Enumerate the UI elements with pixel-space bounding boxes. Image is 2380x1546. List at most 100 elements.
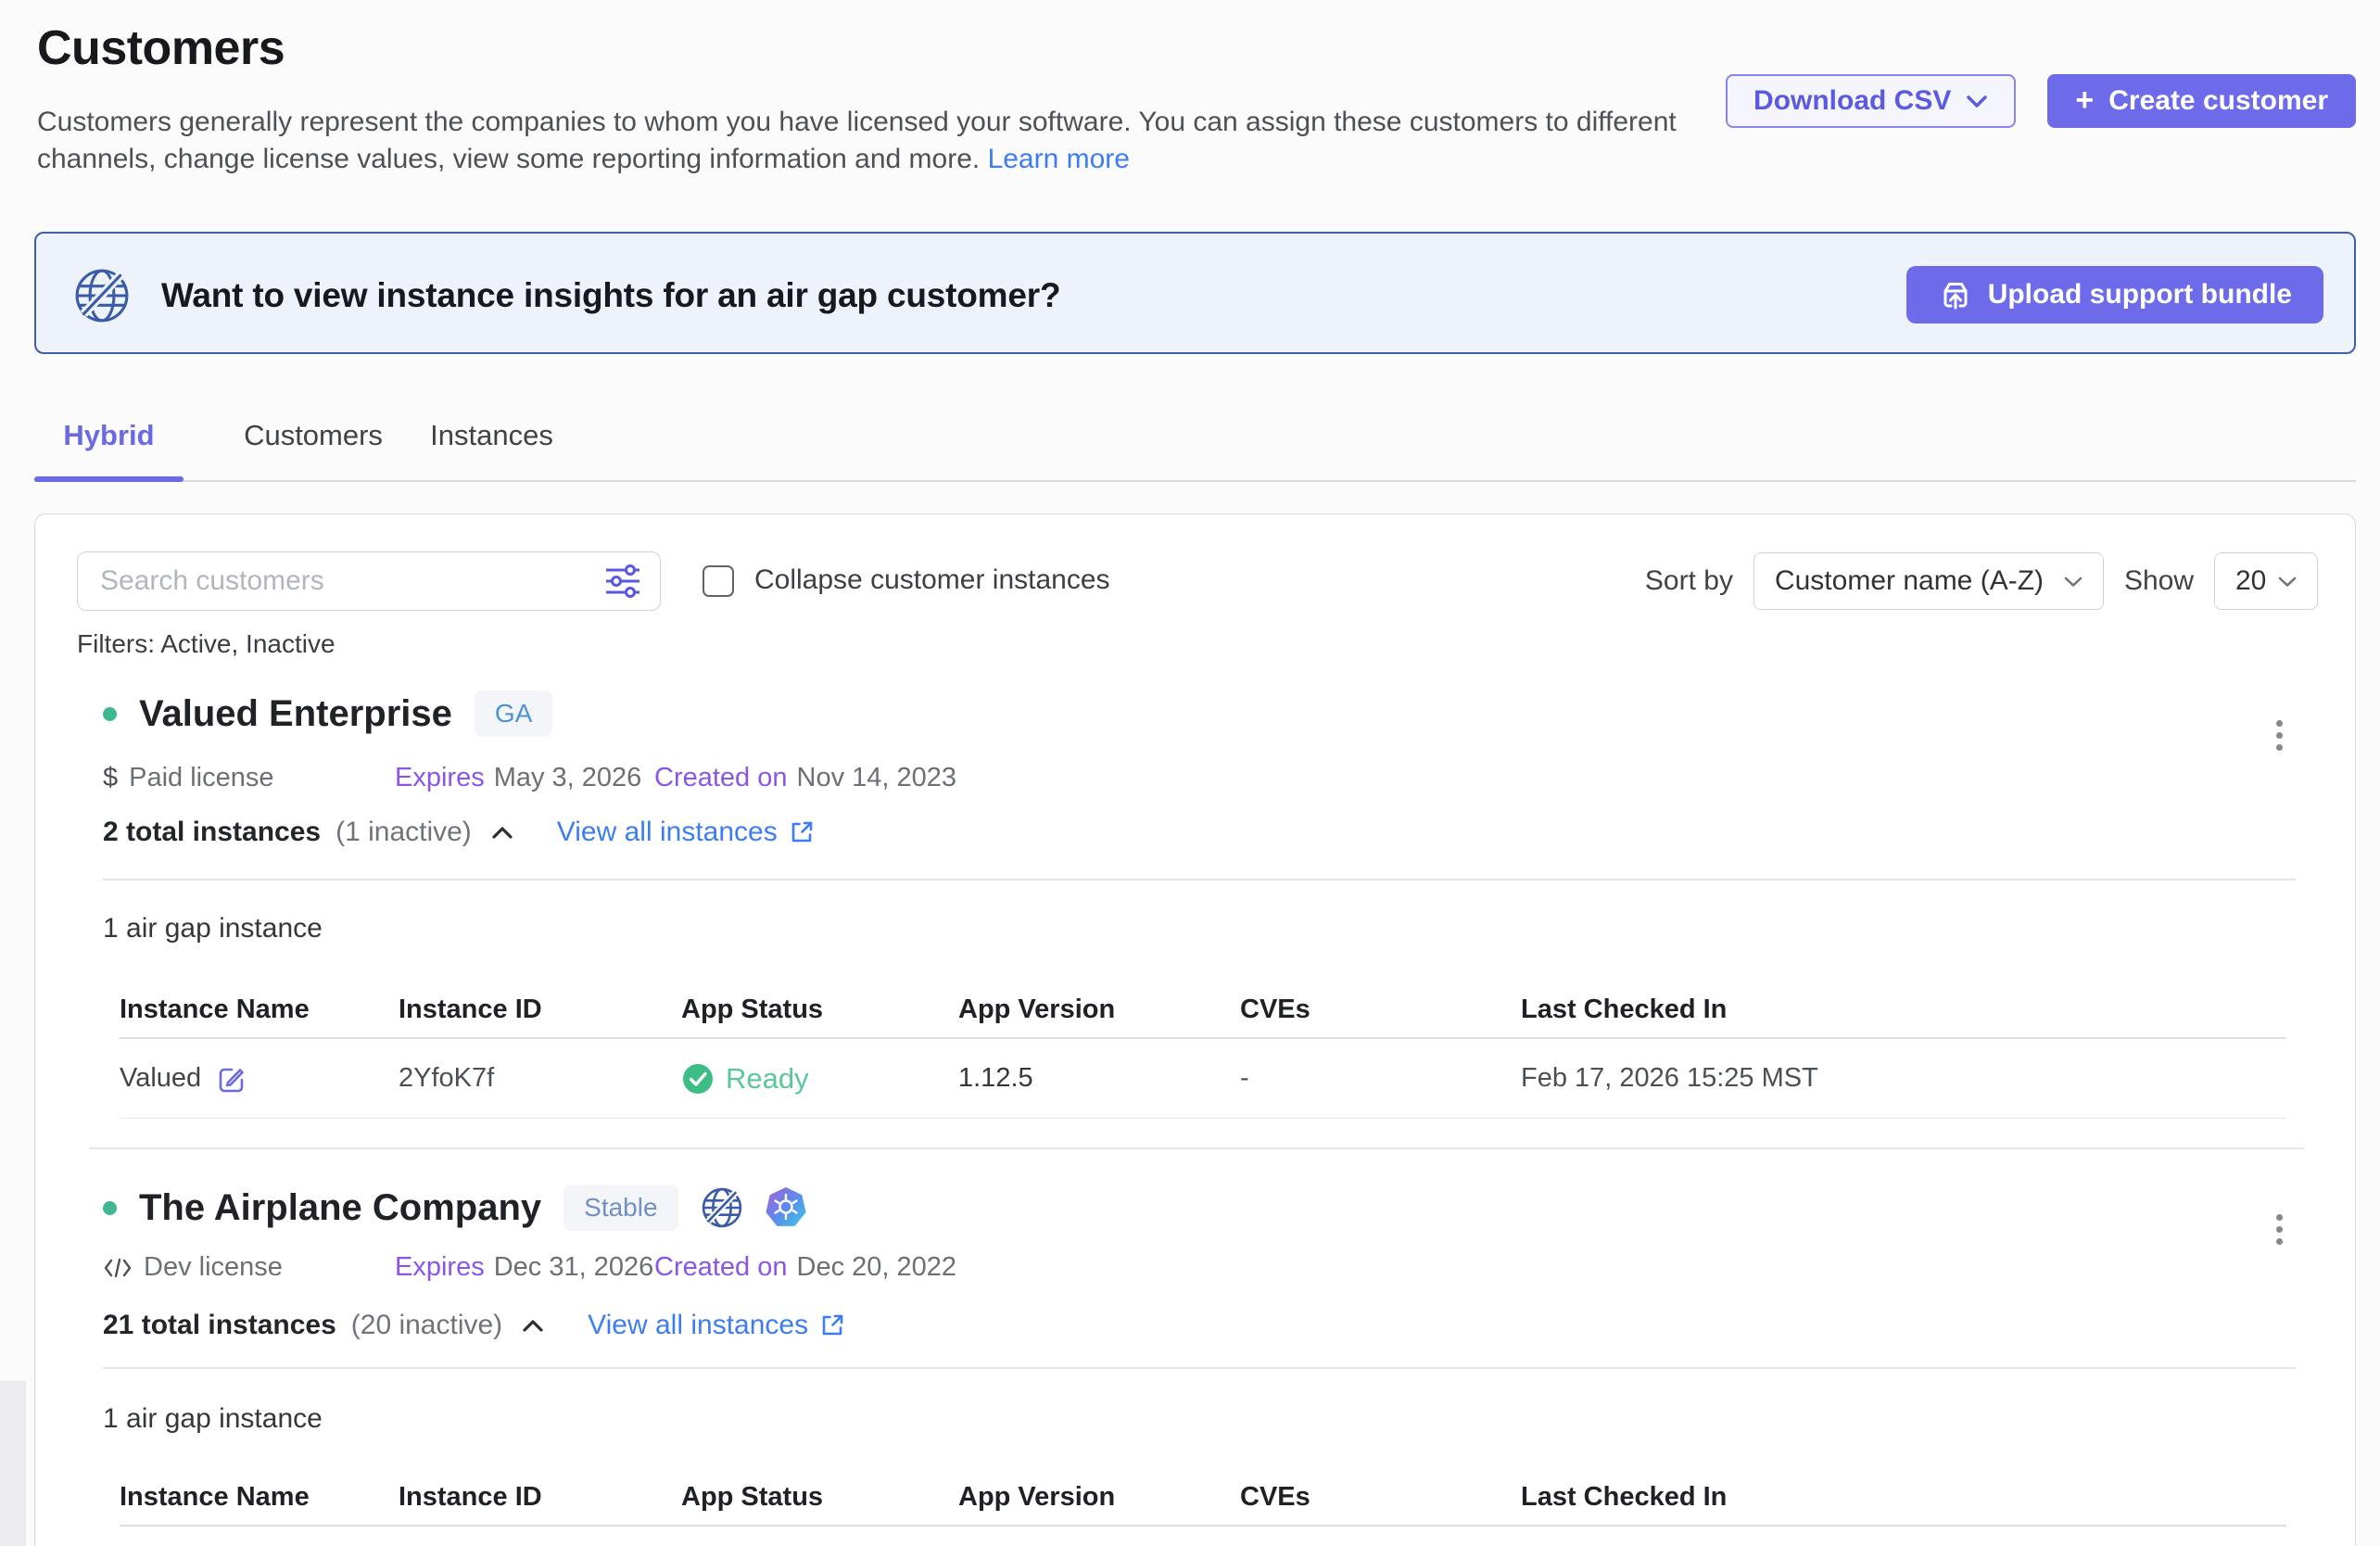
active-filters-text: Filters: Active, Inactive [77, 629, 335, 659]
plus-icon: + [2075, 82, 2094, 119]
last-checked-in-value: Feb 17, 2026 15:25 MST [1521, 1063, 2286, 1094]
col-app-version: App Version [958, 995, 1240, 1025]
check-circle-icon [681, 1062, 715, 1096]
air-gap-banner: Want to view instance insights for an ai… [34, 232, 2356, 354]
instances-table: Instance Name Instance ID App Status App… [120, 1469, 2286, 1527]
create-customer-button[interactable]: + Create customer [2047, 74, 2356, 128]
tabs-underline [34, 480, 2356, 482]
instances-summary-row: 21 total instances (20 inactive) View al… [103, 1310, 845, 1341]
sort-by-value: Customer name (A-Z) [1775, 565, 2044, 597]
table-row: Valued 2YfoK7f Ready 1.12.5 - Feb 17, 20… [120, 1039, 2286, 1119]
chevron-up-icon[interactable] [521, 1318, 545, 1334]
channel-badge: GA [475, 691, 552, 737]
learn-more-link[interactable]: Learn more [988, 144, 1130, 174]
instances-table-header: Instance Name Instance ID App Status App… [120, 1469, 2286, 1527]
paid-license-icon: $ [103, 763, 118, 793]
search-wrapper [77, 551, 661, 611]
view-all-instances-link[interactable]: View all instances [557, 817, 815, 848]
air-gap-instance-note: 1 air gap instance [103, 913, 323, 944]
download-csv-button[interactable]: Download CSV [1726, 74, 2016, 128]
external-link-icon [819, 1312, 845, 1338]
left-edge-strip [0, 1381, 26, 1546]
show-select[interactable]: 20 [2214, 552, 2318, 610]
tab-instances[interactable]: Instances [417, 419, 566, 452]
edit-icon[interactable] [216, 1063, 247, 1095]
kubernetes-icon [766, 1187, 806, 1228]
search-input[interactable] [77, 551, 661, 611]
created-on-label: Created on [654, 1252, 788, 1282]
sort-by-select[interactable]: Customer name (A-Z) [1753, 552, 2104, 610]
col-cves: CVEs [1240, 1482, 1521, 1513]
page-description-text: Customers generally represent the compan… [37, 107, 1677, 174]
customer-name[interactable]: Valued Enterprise [139, 693, 452, 735]
air-gap-instance-note: 1 air gap instance [103, 1403, 323, 1435]
created-on-value: Dec 20, 2022 [797, 1252, 957, 1282]
view-all-instances-label: View all instances [588, 1310, 808, 1341]
collapse-instances-label: Collapse customer instances [754, 564, 1110, 596]
expires-label: Expires [395, 1252, 485, 1282]
tab-customers[interactable]: Customers [222, 419, 404, 452]
external-link-icon [789, 819, 815, 845]
total-instances-text: 21 total instances [103, 1310, 336, 1341]
cves-value: - [1240, 1063, 1521, 1094]
customer-actions-menu-button[interactable] [2271, 1209, 2288, 1250]
upload-support-bundle-label: Upload support bundle [1988, 279, 2292, 310]
expires-label: Expires [395, 763, 485, 792]
instance-id-value: 2YfoK7f [399, 1063, 681, 1094]
instances-table: Instance Name Instance ID App Status App… [120, 982, 2286, 1119]
banner-title: Want to view instance insights for an ai… [161, 276, 1060, 315]
upload-support-bundle-button[interactable]: Upload support bundle [1906, 266, 2323, 323]
chevron-up-icon[interactable] [490, 825, 514, 841]
header-actions: Download CSV + Create customer [1726, 74, 2356, 128]
expires-value: Dec 31, 2026 [494, 1252, 654, 1282]
col-instance-id: Instance ID [399, 1482, 681, 1513]
sort-by-label: Sort by [1645, 565, 1733, 597]
chevron-down-icon [1966, 95, 1988, 108]
customer-actions-menu-button[interactable] [2271, 715, 2288, 756]
show-label: Show [2124, 565, 2194, 597]
active-status-dot [103, 1201, 117, 1215]
air-gap-globe-icon [701, 1186, 743, 1229]
customer-header: Valued Enterprise GA [103, 691, 552, 737]
col-instance-name: Instance Name [120, 1482, 399, 1513]
download-csv-label: Download CSV [1753, 85, 1951, 117]
active-status-dot [103, 707, 117, 721]
col-app-status: App Status [681, 1482, 958, 1513]
created-on-value: Nov 14, 2023 [797, 763, 957, 792]
license-row: $ Paid license ExpiresMay 3, 2026 Create… [103, 763, 956, 793]
air-gap-globe-icon [73, 267, 131, 324]
toolbar-right: Sort by Customer name (A-Z) Show 20 [1645, 551, 2318, 611]
customer-name[interactable]: The Airplane Company [139, 1187, 541, 1229]
create-customer-label: Create customer [2108, 85, 2328, 117]
col-last-checked-in: Last Checked In [1521, 995, 2286, 1025]
channel-badge: Stable [563, 1185, 677, 1231]
expires-value: May 3, 2026 [494, 763, 642, 792]
col-last-checked-in: Last Checked In [1521, 1482, 2286, 1513]
filter-sliders-icon[interactable] [603, 564, 642, 599]
app-status-value: Ready [726, 1062, 809, 1096]
tab-hybrid[interactable]: Hybrid [34, 419, 184, 452]
customer-section-divider [89, 1147, 2304, 1149]
upload-bundle-icon [1938, 277, 1973, 312]
view-all-instances-link[interactable]: View all instances [588, 1310, 845, 1341]
license-row: Dev license Expires Dec 31, 2026 Created … [103, 1252, 956, 1283]
license-type-label: Dev license [144, 1252, 283, 1283]
page-title: Customers [37, 20, 285, 76]
inactive-instances-note: (1 inactive) [335, 817, 472, 848]
collapse-instances-checkbox[interactable] [703, 565, 734, 597]
customer-header: The Airplane Company Stable [103, 1185, 806, 1231]
col-instance-id: Instance ID [399, 995, 681, 1025]
col-instance-name: Instance Name [120, 995, 399, 1025]
view-all-instances-label: View all instances [557, 817, 778, 848]
tabs-active-indicator [34, 476, 184, 482]
chevron-down-icon [2278, 576, 2297, 588]
customers-card: Collapse customer instances Sort by Cust… [34, 513, 2356, 1546]
inactive-instances-note: (20 inactive) [351, 1310, 502, 1341]
chevron-down-icon [2064, 576, 2082, 588]
divider [103, 1367, 2296, 1369]
show-value: 20 [2235, 565, 2266, 597]
col-app-version: App Version [958, 1482, 1240, 1513]
divider [103, 879, 2296, 881]
created-on-label: Created on [654, 763, 788, 792]
app-version-value: 1.12.5 [958, 1063, 1240, 1094]
